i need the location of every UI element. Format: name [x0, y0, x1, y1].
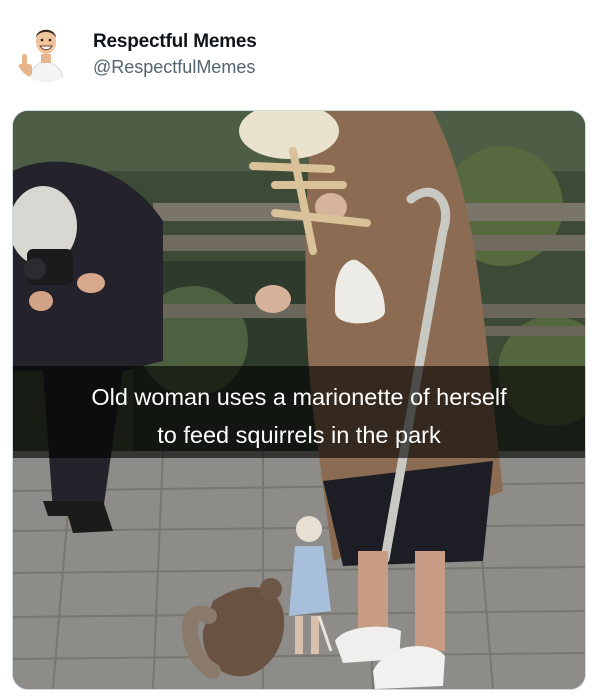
tweet-image[interactable]: Old woman uses a marionette of herself t… [12, 110, 586, 690]
avatar[interactable] [14, 18, 78, 82]
thumbs-up-man-avatar-icon [14, 18, 78, 82]
caption-line-2: to feed squirrels in the park [157, 422, 441, 448]
user-handle[interactable]: @RespectfulMemes [93, 57, 255, 78]
tweet-header: Respectful Memes @RespectfulMemes [0, 0, 599, 108]
caption-line-1: Old woman uses a marionette of herself [91, 384, 507, 410]
display-name[interactable]: Respectful Memes [93, 31, 257, 53]
